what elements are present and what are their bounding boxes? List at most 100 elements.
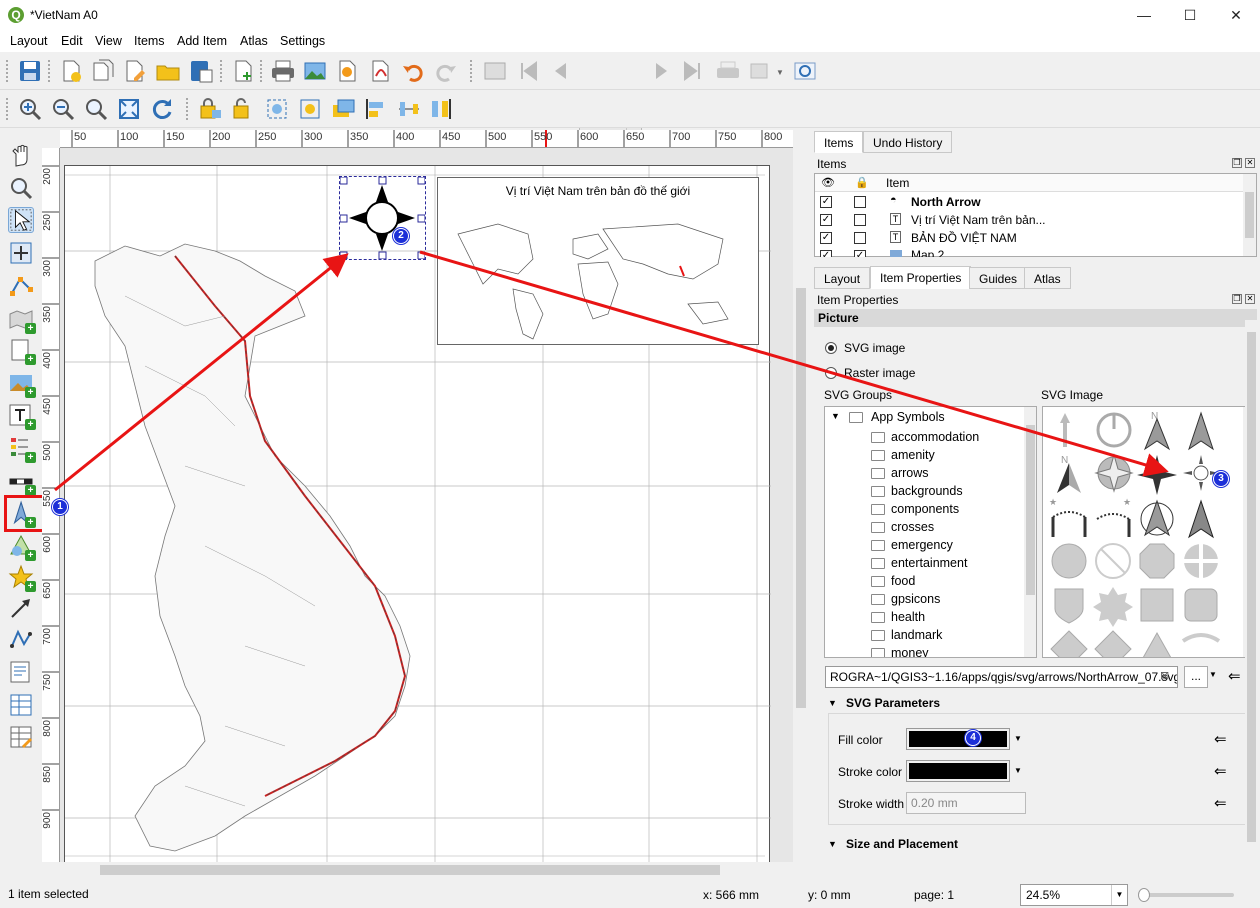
add-legend-tool[interactable]: +	[8, 435, 36, 463]
zoom-combo[interactable]: 24.5% ▼	[1020, 884, 1128, 906]
item-row[interactable]: ✓ ◓ North Arrow	[815, 193, 1243, 211]
collapse-size-placement-icon[interactable]: ▼	[828, 839, 837, 849]
item-label[interactable]: BẢN ĐỒ VIỆT NAM	[911, 231, 1017, 245]
toolbar-grip[interactable]	[220, 60, 224, 82]
layout-page[interactable]: Vị trí Việt Nam trên bản đồ thế giới	[64, 165, 771, 862]
toolbar-grip[interactable]	[260, 60, 264, 82]
close-button[interactable]: ✕	[1213, 0, 1259, 31]
zoom-out-icon[interactable]	[50, 96, 76, 122]
float-panel-icon[interactable]: ❐	[1232, 294, 1242, 304]
add-shape-tool[interactable]: +	[8, 533, 36, 561]
groups-scrollbar-thumb[interactable]	[1026, 425, 1035, 595]
clear-path-icon[interactable]: ⊠	[1160, 669, 1169, 682]
toolbar-grip[interactable]	[470, 60, 474, 82]
data-defined-override-icon[interactable]: ⇐	[1228, 667, 1241, 685]
toolbar-grip[interactable]	[6, 60, 10, 82]
print-icon[interactable]	[270, 58, 296, 84]
item-row[interactable]: ✓ ✓ Map 2	[815, 247, 1243, 257]
lock-checkbox[interactable]: ✓	[854, 250, 866, 257]
lock-checkbox[interactable]	[854, 232, 866, 244]
menu-layout[interactable]: Layout	[10, 34, 48, 48]
add-attribute-table-icon[interactable]	[8, 692, 34, 718]
move-content-icon[interactable]	[8, 240, 34, 266]
data-defined-override-icon[interactable]: ⇐	[1214, 762, 1227, 780]
inset-map-title[interactable]: Vị trí Việt Nam trên bản đồ thế giới	[438, 184, 758, 198]
add-marker-tool[interactable]: +	[8, 564, 36, 592]
svg-group-item[interactable]: landmark	[825, 626, 1025, 644]
zoom-actual-icon[interactable]	[83, 96, 109, 122]
duplicate-layout-icon[interactable]	[90, 58, 116, 84]
zoom-full-icon[interactable]	[116, 96, 142, 122]
undo-icon[interactable]	[400, 58, 426, 84]
menu-atlas[interactable]: Atlas	[240, 34, 268, 48]
tab-guides[interactable]: Guides	[969, 267, 1028, 289]
svg-group-item[interactable]: emergency	[825, 536, 1025, 554]
horizontal-scrollbar-thumb[interactable]	[100, 865, 720, 875]
raster-image-radio[interactable]	[825, 367, 837, 379]
item-label[interactable]: North Arrow	[911, 195, 981, 209]
stroke-width-spinbox[interactable]: 0.20 mm	[906, 792, 1026, 814]
float-panel-icon[interactable]: ❐	[1232, 158, 1242, 168]
svg-group-item[interactable]: health	[825, 608, 1025, 626]
svg-group-item[interactable]: arrows	[825, 464, 1025, 482]
redo-icon[interactable]	[433, 58, 459, 84]
ungroup-items-icon[interactable]	[297, 96, 323, 122]
refresh-icon[interactable]	[149, 96, 175, 122]
svg-group-item[interactable]: food	[825, 572, 1025, 590]
vertical-scrollbar[interactable]	[793, 148, 809, 862]
group-items-icon[interactable]	[264, 96, 290, 122]
tree-root-app-symbols[interactable]: App Symbols	[871, 410, 945, 424]
menu-items[interactable]: Items	[134, 34, 165, 48]
next-feature-icon[interactable]	[648, 58, 674, 84]
browse-dropdown-icon[interactable]: ▼	[1209, 670, 1217, 679]
add-pages-icon[interactable]	[230, 58, 256, 84]
resize-items-icon[interactable]	[429, 96, 455, 122]
export-atlas-icon[interactable]	[748, 58, 774, 84]
north-arrow-item[interactable]	[339, 176, 426, 260]
export-svg-icon[interactable]	[335, 58, 361, 84]
menu-view[interactable]: View	[95, 34, 122, 48]
pan-hand-icon[interactable]	[8, 142, 34, 168]
menu-settings[interactable]: Settings	[280, 34, 325, 48]
distribute-items-icon[interactable]	[396, 96, 422, 122]
layout-manager-icon[interactable]	[122, 58, 148, 84]
new-layout-icon[interactable]	[58, 58, 84, 84]
svg-group-item[interactable]: backgrounds	[825, 482, 1025, 500]
toolbar-grip[interactable]	[48, 60, 52, 82]
atlas-settings-icon[interactable]	[792, 58, 818, 84]
items-scrollbar-thumb[interactable]	[1245, 192, 1254, 238]
add-label-tool[interactable]: +	[8, 402, 36, 430]
svg-image-radio[interactable]	[825, 342, 837, 354]
data-defined-override-icon[interactable]: ⇐	[1214, 730, 1227, 748]
menu-edit[interactable]: Edit	[61, 34, 83, 48]
svg-groups-tree[interactable]: ▼ App Symbols accommodation amenity arrows…	[824, 406, 1037, 658]
svg-group-item[interactable]: components	[825, 500, 1025, 518]
toolbar-grip[interactable]	[186, 98, 190, 120]
open-template-icon[interactable]	[155, 58, 181, 84]
toolbar-grip[interactable]	[6, 98, 10, 120]
first-feature-icon[interactable]	[515, 58, 541, 84]
select-move-tool[interactable]	[8, 207, 34, 233]
layout-canvas[interactable]: Vị trí Việt Nam trên bản đồ thế giới	[60, 148, 793, 862]
svg-group-item[interactable]: accommodation	[825, 428, 1025, 446]
visible-checkbox[interactable]: ✓	[820, 232, 832, 244]
svg-group-item[interactable]: entertainment	[825, 554, 1025, 572]
properties-scrollbar[interactable]	[1245, 320, 1258, 880]
zoom-tool-icon[interactable]	[8, 175, 34, 201]
collapse-svg-params-icon[interactable]: ▼	[828, 698, 837, 708]
browse-button[interactable]: ...	[1184, 666, 1208, 688]
fill-color-dropdown-icon[interactable]: ▼	[1014, 734, 1022, 743]
add-html-icon[interactable]	[8, 659, 34, 685]
add-arrow-icon[interactable]	[8, 595, 34, 621]
edit-nodes-icon[interactable]	[8, 273, 34, 299]
align-items-icon[interactable]	[363, 96, 389, 122]
export-image-icon[interactable]	[302, 58, 328, 84]
chevron-down-icon[interactable]: ▼	[1111, 885, 1127, 905]
raise-items-icon[interactable]	[330, 96, 356, 122]
lock-checkbox[interactable]	[854, 196, 866, 208]
svg-image-grid[interactable]: N N ★ ★	[1042, 406, 1258, 658]
zoom-slider[interactable]	[1138, 888, 1234, 902]
tab-item-properties[interactable]: Item Properties	[870, 266, 972, 289]
items-scrollbar[interactable]	[1243, 174, 1256, 256]
svg-group-item[interactable]: crosses	[825, 518, 1025, 536]
